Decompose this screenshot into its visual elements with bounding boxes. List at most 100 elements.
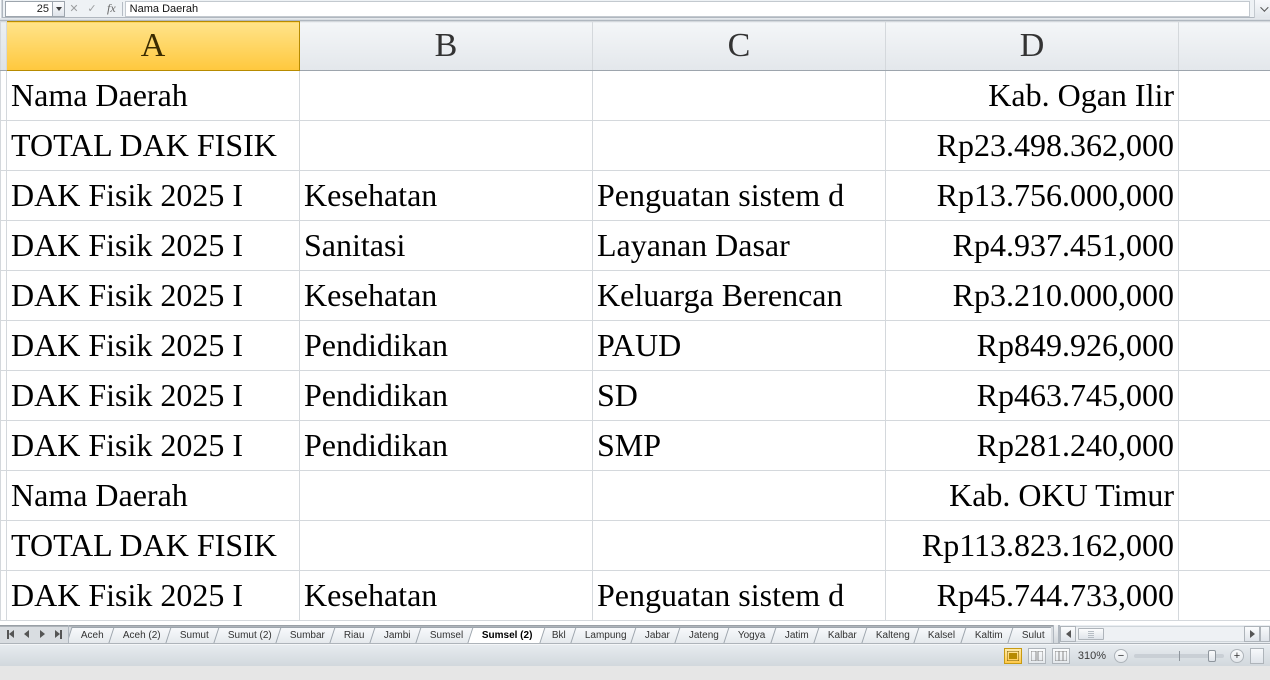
table-row[interactable]: DAK Fisik 2025 IPendidikanPAUDRp849.926,… <box>1 321 1270 371</box>
col-header-D[interactable]: D <box>886 22 1179 71</box>
resize-grip[interactable] <box>1250 648 1264 664</box>
col-header-overflow[interactable] <box>1179 22 1270 71</box>
view-page-break-button[interactable] <box>1052 648 1070 664</box>
cell[interactable]: DAK Fisik 2025 I <box>7 571 300 621</box>
cell[interactable] <box>593 71 886 121</box>
cell[interactable]: Kesehatan <box>300 571 593 621</box>
sheet-tab[interactable]: Sumut <box>165 627 221 643</box>
sheet-tab[interactable]: Kaltim <box>960 627 1015 643</box>
cell[interactable]: DAK Fisik 2025 I <box>7 321 300 371</box>
cell[interactable]: DAK Fisik 2025 I <box>7 171 300 221</box>
col-header-A[interactable]: A <box>7 22 300 71</box>
horizontal-scrollbar[interactable] <box>1059 625 1270 643</box>
sheet-tab[interactable]: Sulut <box>1007 627 1051 643</box>
cell[interactable] <box>1179 221 1270 271</box>
cell[interactable]: DAK Fisik 2025 I <box>7 421 300 471</box>
hsplit-box[interactable] <box>1260 626 1270 642</box>
cell[interactable] <box>300 521 593 571</box>
cell[interactable] <box>1179 321 1270 371</box>
cell[interactable]: Kesehatan <box>300 271 593 321</box>
cell[interactable]: Keluarga Berencan <box>593 271 886 321</box>
cell[interactable]: Penguatan sistem d <box>593 571 886 621</box>
cell[interactable] <box>1179 121 1270 171</box>
cell[interactable]: Kab. OKU Timur <box>886 471 1179 521</box>
gripper[interactable] <box>0 0 3 18</box>
cell[interactable] <box>1179 471 1270 521</box>
cell[interactable]: Penguatan sistem d <box>593 171 886 221</box>
sheet-tab[interactable]: Aceh (2) <box>108 627 173 643</box>
table-row[interactable]: Nama Daerah Kab. OKU Timur <box>1 471 1270 521</box>
table-row[interactable]: TOTAL DAK FISIKRp113.823.162,000 <box>1 521 1270 571</box>
cell[interactable]: Rp45.744.733,000 <box>886 571 1179 621</box>
cell[interactable]: Rp281.240,000 <box>886 421 1179 471</box>
sheet-tab[interactable]: Sumut (2) <box>213 627 284 643</box>
cell[interactable] <box>300 471 593 521</box>
sheet-tab[interactable]: Sumsel <box>415 627 476 643</box>
scroll-right-button[interactable] <box>1244 626 1260 642</box>
cell[interactable] <box>593 521 886 571</box>
cell[interactable]: TOTAL DAK FISIK <box>7 121 300 171</box>
name-box[interactable]: 25 <box>5 1 53 17</box>
cell[interactable]: DAK Fisik 2025 I <box>7 221 300 271</box>
formula-input[interactable]: Nama Daerah <box>125 1 1250 17</box>
cell[interactable]: Rp23.498.362,000 <box>886 121 1179 171</box>
cell[interactable]: DAK Fisik 2025 I <box>7 371 300 421</box>
cell[interactable] <box>1179 571 1270 621</box>
cell[interactable]: SMP <box>593 421 886 471</box>
tab-last-button[interactable] <box>52 628 64 640</box>
cell[interactable] <box>1179 171 1270 221</box>
cell[interactable]: Pendidikan <box>300 321 593 371</box>
cell[interactable] <box>1179 71 1270 121</box>
table-row[interactable]: DAK Fisik 2025 ISanitasiLayanan DasarRp4… <box>1 221 1270 271</box>
cell[interactable]: Rp3.210.000,000 <box>886 271 1179 321</box>
tab-next-button[interactable] <box>36 628 48 640</box>
scroll-track[interactable] <box>1076 626 1244 642</box>
cell[interactable]: Rp4.937.451,000 <box>886 221 1179 271</box>
cell[interactable]: Sanitasi <box>300 221 593 271</box>
col-header-B[interactable]: B <box>300 22 593 71</box>
table-row[interactable]: DAK Fisik 2025 IKesehatanPenguatan siste… <box>1 171 1270 221</box>
cell[interactable]: Rp113.823.162,000 <box>886 521 1179 571</box>
cell[interactable]: Kab. Ogan Ilir <box>886 71 1179 121</box>
zoom-in-button[interactable]: + <box>1230 649 1244 663</box>
cell[interactable] <box>1179 421 1270 471</box>
col-header-C[interactable]: C <box>593 22 886 71</box>
cell[interactable] <box>1179 371 1270 421</box>
scroll-left-button[interactable] <box>1060 626 1076 642</box>
cell[interactable]: DAK Fisik 2025 I <box>7 271 300 321</box>
expand-formula-bar[interactable] <box>1254 0 1270 18</box>
tab-prev-button[interactable] <box>20 628 32 640</box>
sheet-tab[interactable]: Lampung <box>570 627 639 643</box>
sheet-tab[interactable]: Sumbar <box>276 627 338 643</box>
name-box-dropdown[interactable] <box>53 1 65 17</box>
cell[interactable] <box>1179 271 1270 321</box>
cell[interactable]: Nama Daerah <box>7 71 300 121</box>
table-row[interactable]: DAK Fisik 2025 IKesehatanPenguatan siste… <box>1 571 1270 621</box>
cell[interactable]: Layanan Dasar <box>593 221 886 271</box>
table-row[interactable]: DAK Fisik 2025 IPendidikanSDRp463.745,00… <box>1 371 1270 421</box>
cell[interactable] <box>1179 521 1270 571</box>
cell[interactable] <box>593 471 886 521</box>
cell[interactable]: PAUD <box>593 321 886 371</box>
cell[interactable] <box>593 121 886 171</box>
cell[interactable]: Pendidikan <box>300 421 593 471</box>
table-row[interactable]: DAK Fisik 2025 IKesehatanKeluarga Berenc… <box>1 271 1270 321</box>
cell[interactable] <box>300 71 593 121</box>
zoom-level[interactable]: 310% <box>1078 650 1106 662</box>
cell[interactable]: SD <box>593 371 886 421</box>
zoom-out-button[interactable]: − <box>1114 649 1128 663</box>
table-row[interactable]: TOTAL DAK FISIK Rp23.498.362,000 <box>1 121 1270 171</box>
zoom-slider-thumb[interactable] <box>1208 650 1216 662</box>
table-row[interactable]: DAK Fisik 2025 IPendidikanSMPRp281.240,0… <box>1 421 1270 471</box>
view-page-layout-button[interactable] <box>1028 648 1046 664</box>
scroll-thumb[interactable] <box>1078 628 1104 640</box>
cell[interactable]: Rp849.926,000 <box>886 321 1179 371</box>
cell[interactable]: Nama Daerah <box>7 471 300 521</box>
tab-first-button[interactable] <box>4 628 16 640</box>
cell[interactable]: Kesehatan <box>300 171 593 221</box>
fx-icon[interactable]: fx <box>107 1 116 16</box>
cell[interactable] <box>300 121 593 171</box>
table-row[interactable]: Nama Daerah Kab. Ogan Ilir <box>1 71 1270 121</box>
cell[interactable]: Pendidikan <box>300 371 593 421</box>
cell[interactable]: Rp13.756.000,000 <box>886 171 1179 221</box>
